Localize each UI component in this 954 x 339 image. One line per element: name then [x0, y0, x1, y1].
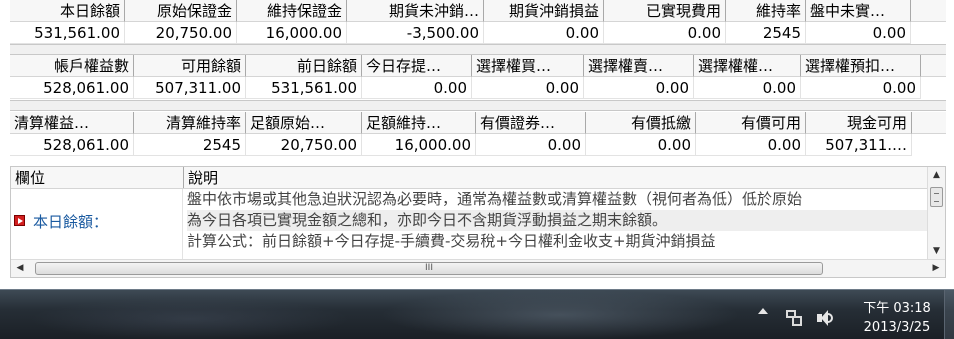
header-filler — [912, 112, 946, 134]
desc-body: 本日餘額： 盤中依市場或其他急迫狀況認為必要時，通常為權益數或清算權益數（視何者… — [11, 189, 929, 259]
table-cell: 16,000.00 — [237, 22, 347, 44]
col-header[interactable]: 前日餘額 — [246, 55, 362, 77]
taskbar: 下午 03:18 2013/3/25 — [0, 289, 954, 339]
scroll-up-icon[interactable]: ▲ — [928, 167, 945, 183]
field-name-cell[interactable]: 本日餘額： — [11, 189, 183, 259]
field-description-panel: 欄位 說明 本日餘額： 盤中依市場或其他急迫狀況認為必要時，通常為權益數或清算權… — [10, 166, 946, 278]
table-cell: 0.00 — [476, 134, 586, 156]
scroll-right-icon[interactable]: ▶ — [927, 260, 945, 277]
col-header[interactable]: 選擇權賣… — [584, 55, 694, 77]
col-header[interactable]: 原始保證金 — [125, 0, 237, 22]
table-cell: 0.00 — [696, 134, 806, 156]
table-cell: 507,311.00 — [134, 77, 246, 99]
table-cell: 528,061.00 — [10, 134, 134, 156]
description-line: 盤中依市場或其他急迫狀況認為必要時，通常為權益數或清算權益數（視何者為低）低於原… — [187, 190, 803, 208]
scroll-down-icon[interactable]: ▼ — [928, 243, 945, 259]
col-header-description[interactable]: 說明 — [184, 167, 945, 188]
horizontal-scrollbar[interactable]: ◀ III ▶ — [11, 259, 945, 277]
col-header[interactable]: 有價證券… — [476, 112, 586, 134]
grid1-value-row[interactable]: 531,561.00 20,750.00 16,000.00 -3,500.00… — [10, 22, 946, 44]
grid2-header-row: 帳戶權益數 可用餘額 前日餘額 今日存提… 選擇權買… 選擇權賣… 選擇權權… … — [10, 55, 946, 77]
table-cell: -3,500.00 — [347, 22, 484, 44]
table-cell: 0.00 — [586, 134, 696, 156]
col-header[interactable]: 期貨沖銷損益 — [484, 0, 604, 22]
table-cell: 20,750.00 — [125, 22, 237, 44]
clock-date: 2013/3/25 — [863, 320, 931, 335]
col-header[interactable]: 足額原始… — [246, 112, 362, 134]
show-desktop-button[interactable] — [944, 290, 954, 339]
col-header-field[interactable]: 欄位 — [11, 167, 184, 188]
grid3-header-row: 清算權益… 清算維持率 足額原始… 足額維持… 有價證券… 有價抵繳 有價可用 … — [10, 112, 946, 134]
grid2-value-row[interactable]: 528,061.00 507,311.00 531,561.00 0.00 0.… — [10, 77, 946, 99]
table-cell: 0.00 — [362, 77, 472, 99]
col-header[interactable]: 清算維持率 — [134, 112, 246, 134]
field-name: 本日餘額： — [33, 213, 109, 231]
table-cell: 16,000.00 — [362, 134, 476, 156]
table-cell: 0.00 — [484, 22, 604, 44]
col-header[interactable]: 選擇權權… — [694, 55, 801, 77]
col-header[interactable]: 維持率 — [726, 0, 806, 22]
vertical-scrollbar[interactable]: ▲ ▼ — [927, 167, 945, 259]
description-text: 盤中依市場或其他急迫狀況認為必要時，通常為權益數或清算權益數（視何者為低）低於原… — [187, 189, 929, 252]
header-filler — [921, 55, 946, 77]
table-cell: 507,311.… — [806, 134, 912, 156]
col-header[interactable]: 選擇權買… — [472, 55, 584, 77]
col-header[interactable]: 可用餘額 — [134, 55, 246, 77]
description-line: 計算公式：前日餘額+今日存提-手續費-交易稅+今日權利金收支+期貨沖銷損益 — [187, 232, 716, 250]
account-grid-2: 帳戶權益數 可用餘額 前日餘額 今日存提… 選擇權買… 選擇權賣… 選擇權權… … — [10, 55, 946, 99]
scroll-left-icon[interactable]: ◀ — [11, 260, 29, 277]
col-header[interactable]: 有價可用 — [696, 112, 806, 134]
grid3-value-row[interactable]: 528,061.00 2545 20,750.00 16,000.00 0.00… — [10, 134, 946, 156]
col-header[interactable]: 有價抵繳 — [586, 112, 696, 134]
red-arrow-marker-icon — [14, 215, 25, 226]
row-filler — [912, 134, 946, 156]
table-cell: 0.00 — [472, 77, 584, 99]
table-cell: 0.00 — [806, 22, 911, 44]
grid1-header-row: 本日餘額 原始保證金 維持保證金 期貨未沖銷… 期貨沖銷損益 已實現費用 維持率… — [10, 0, 946, 22]
row-filler — [921, 77, 946, 99]
tray-expand-icon[interactable] — [758, 308, 768, 314]
col-header[interactable]: 清算權益… — [10, 112, 134, 134]
table-cell: 0.00 — [584, 77, 694, 99]
row-filler — [911, 22, 946, 44]
table-cell: 528,061.00 — [10, 77, 134, 99]
table-cell: 0.00 — [694, 77, 801, 99]
taskbar-glow — [380, 290, 740, 339]
table-cell: 2545 — [134, 134, 246, 156]
clock-time: 下午 03:18 — [863, 301, 931, 316]
col-header[interactable]: 足額維持… — [362, 112, 476, 134]
table-cell: 2545 — [726, 22, 806, 44]
header-filler — [911, 0, 946, 22]
table-cell: 20,750.00 — [246, 134, 362, 156]
system-clock[interactable]: 下午 03:18 2013/3/25 — [852, 299, 942, 337]
table-cell: 0.00 — [801, 77, 921, 99]
horizontal-scroll-thumb[interactable]: III — [35, 262, 823, 275]
col-header[interactable]: 盤中未實… — [806, 0, 911, 22]
grid-separator — [10, 100, 946, 111]
vertical-scroll-thumb[interactable] — [930, 187, 943, 207]
volume-icon[interactable] — [817, 309, 839, 329]
table-cell: 0.00 — [604, 22, 726, 44]
col-header[interactable]: 帳戶權益數 — [10, 55, 134, 77]
desc-header-row: 欄位 說明 — [11, 167, 945, 189]
table-cell: 531,561.00 — [10, 22, 125, 44]
taskbar-glow — [30, 298, 350, 339]
col-header[interactable]: 已實現費用 — [604, 0, 726, 22]
description-line: 為今日各項已實現金額之總和，亦即今日不含期貨浮動損益之期末餘額。 — [187, 210, 929, 231]
table-cell: 531,561.00 — [246, 77, 362, 99]
grid-separator — [10, 44, 946, 55]
account-grid-3: 清算權益… 清算維持率 足額原始… 足額維持… 有價證券… 有價抵繳 有價可用 … — [10, 112, 946, 156]
col-header[interactable]: 維持保證金 — [237, 0, 347, 22]
col-header[interactable]: 期貨未沖銷… — [347, 0, 484, 22]
col-header[interactable]: 選擇權預扣… — [801, 55, 921, 77]
col-header[interactable]: 現金可用 — [806, 112, 912, 134]
col-header[interactable]: 本日餘額 — [10, 0, 125, 22]
network-icon[interactable] — [786, 310, 804, 328]
col-header[interactable]: 今日存提… — [362, 55, 472, 77]
account-grid-1: 本日餘額 原始保證金 維持保證金 期貨未沖銷… 期貨沖銷損益 已實現費用 維持率… — [10, 0, 946, 44]
